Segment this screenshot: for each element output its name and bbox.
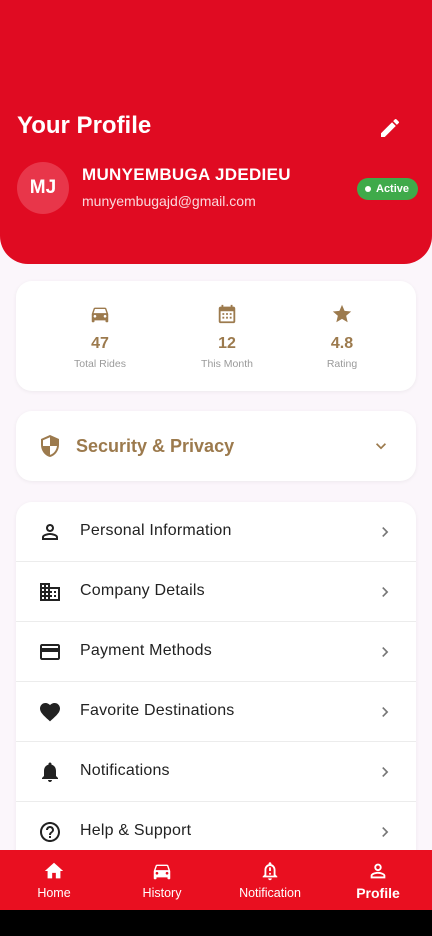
stat-label: This Month <box>201 358 253 370</box>
system-navigation-bar <box>0 910 432 936</box>
user-name: MUNYEMBUGA JDEDIEU <box>82 165 291 184</box>
stat-label: Total Rides <box>74 358 126 370</box>
help-icon <box>40 822 60 842</box>
bottom-navigation: Home History Notification Profile <box>0 850 432 910</box>
menu-item-label: Personal Information <box>80 522 232 539</box>
status-dot-icon <box>365 186 371 192</box>
menu-item-label: Favorite Destinations <box>80 702 235 719</box>
shield-icon <box>41 435 59 457</box>
stat-value: 4.8 <box>330 335 354 352</box>
chevron-down-icon <box>376 443 386 450</box>
person-icon <box>370 863 386 879</box>
user-email: munyembugajd@gmail.com <box>82 193 256 209</box>
menu-item-favorite-destinations[interactable]: Favorite Destinations <box>16 682 416 742</box>
status-badge: Active <box>357 178 419 200</box>
status-label: Active <box>376 183 410 195</box>
car-icon <box>153 864 171 880</box>
nav-label: Profile <box>356 885 400 901</box>
stats-card: 47 Total Rides 12 This Month 4.8 Rating <box>16 281 416 391</box>
home-icon <box>44 862 64 879</box>
chevron-right-icon <box>382 827 389 837</box>
stat-rating: 4.8 Rating <box>282 301 402 370</box>
stat-label: Rating <box>326 358 358 370</box>
credit-card-icon <box>40 644 60 660</box>
car-icon <box>91 307 109 323</box>
security-privacy-label: Security & Privacy <box>76 436 235 456</box>
chevron-right-icon <box>382 647 389 657</box>
bell-icon <box>42 762 58 782</box>
profile-header: Your Profile MJ MUNYEMBUGA JDEDIEU munye… <box>0 0 432 264</box>
star-icon <box>332 304 352 323</box>
person-icon <box>42 524 58 540</box>
avatar: MJ <box>17 162 69 214</box>
stat-value: 12 <box>218 335 236 352</box>
building-icon <box>40 583 60 601</box>
menu-item-personal-information[interactable]: Personal Information <box>16 502 416 562</box>
page-title: Your Profile <box>17 112 152 139</box>
stat-value: 47 <box>91 335 109 352</box>
bell-alert-icon <box>262 862 278 881</box>
settings-menu: Personal Information Company Details Pay… <box>16 502 416 862</box>
nav-profile[interactable]: Profile <box>324 850 432 910</box>
stat-total-rides: 47 Total Rides <box>40 301 160 370</box>
menu-item-notifications[interactable]: Notifications <box>16 742 416 802</box>
nav-label: History <box>142 886 182 900</box>
nav-label: Home <box>37 886 71 900</box>
menu-item-label: Help & Support <box>80 822 192 839</box>
nav-history[interactable]: History <box>108 850 216 910</box>
chevron-right-icon <box>382 527 389 537</box>
chevron-right-icon <box>382 587 389 597</box>
chevron-right-icon <box>382 767 389 777</box>
menu-item-company-details[interactable]: Company Details <box>16 562 416 622</box>
pencil-icon <box>381 118 400 137</box>
nav-label: Notification <box>239 886 301 900</box>
security-privacy-section[interactable]: Security & Privacy <box>16 411 416 481</box>
edit-profile-button[interactable] <box>376 114 404 142</box>
nav-notification[interactable]: Notification <box>216 850 324 910</box>
menu-item-label: Company Details <box>80 582 205 599</box>
stat-this-month: 12 This Month <box>167 301 287 370</box>
calendar-icon <box>218 304 236 324</box>
nav-home[interactable]: Home <box>0 850 108 910</box>
menu-item-label: Notifications <box>80 762 170 779</box>
chevron-right-icon <box>382 707 389 717</box>
menu-item-label: Payment Methods <box>80 642 212 659</box>
menu-item-payment-methods[interactable]: Payment Methods <box>16 622 416 682</box>
heart-icon <box>40 703 60 722</box>
